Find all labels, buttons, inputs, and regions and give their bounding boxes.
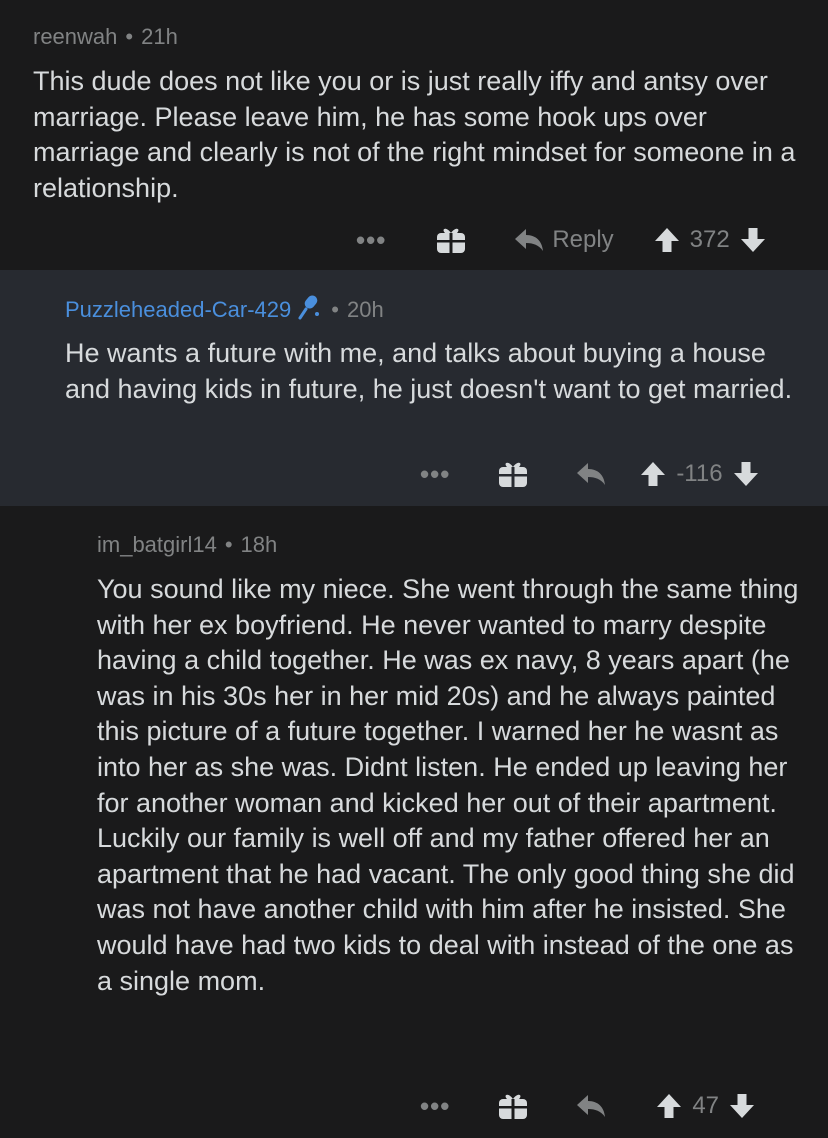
more-icon[interactable]: ••• [420, 461, 450, 487]
reply-label: Reply [552, 226, 614, 253]
downvote-icon[interactable] [729, 1093, 755, 1119]
comment-body: He wants a future with me, and talks abo… [65, 338, 793, 404]
comment-body: This dude does not like you or is just r… [33, 66, 796, 203]
vote-score: 372 [689, 226, 730, 253]
comment-time: 21h [141, 24, 178, 49]
comment-author[interactable]: reenwah [33, 24, 117, 49]
comment-im-batgirl14: im_batgirl14 • 18h You sound like my niece… [0, 506, 828, 1138]
vote-score: 47 [692, 1092, 720, 1119]
upvote-icon[interactable] [656, 1093, 682, 1119]
more-icon[interactable]: ••• [420, 1093, 450, 1119]
downvote-icon[interactable] [733, 461, 759, 487]
upvote-icon[interactable] [640, 461, 666, 487]
more-icon[interactable]: ••• [356, 227, 386, 253]
comment-author[interactable]: im_batgirl14 [97, 532, 217, 557]
comment-actions: ••• -116 [420, 454, 759, 494]
comment-actions: ••• Reply 372 [356, 220, 766, 260]
separator: • [224, 532, 233, 557]
mic-icon [297, 294, 323, 326]
gift-icon[interactable] [498, 460, 528, 488]
comment-author[interactable]: Puzzleheaded-Car-429 [65, 297, 291, 322]
comment-op: Puzzleheaded-Car-429 • 20h He wants a futu… [0, 270, 828, 506]
reply-button[interactable] [576, 462, 606, 486]
comment-time: 20h [346, 297, 384, 322]
reply-button[interactable]: Reply [514, 226, 614, 254]
separator: • [331, 297, 339, 322]
downvote-icon[interactable] [740, 227, 766, 253]
vote-score: -116 [676, 460, 723, 487]
comment-meta: reenwah • 21h [33, 24, 178, 50]
comment-time: 18h [240, 532, 278, 557]
gift-icon[interactable] [498, 1092, 528, 1120]
reply-button[interactable] [576, 1094, 606, 1118]
reply-icon [515, 229, 544, 251]
upvote-icon[interactable] [654, 227, 680, 253]
reply-icon [577, 1095, 606, 1117]
comment-actions: ••• 47 [420, 1086, 755, 1126]
separator: • [125, 24, 134, 49]
comment-reenwah: reenwah • 21h This dude does not like you … [0, 0, 828, 270]
comment-body: You sound like my niece. She went throug… [97, 574, 799, 996]
comment-meta: Puzzleheaded-Car-429 • 20h [65, 294, 384, 326]
comment-meta: im_batgirl14 • 18h [97, 532, 277, 558]
reply-icon [577, 463, 606, 485]
gift-icon[interactable] [436, 226, 466, 254]
